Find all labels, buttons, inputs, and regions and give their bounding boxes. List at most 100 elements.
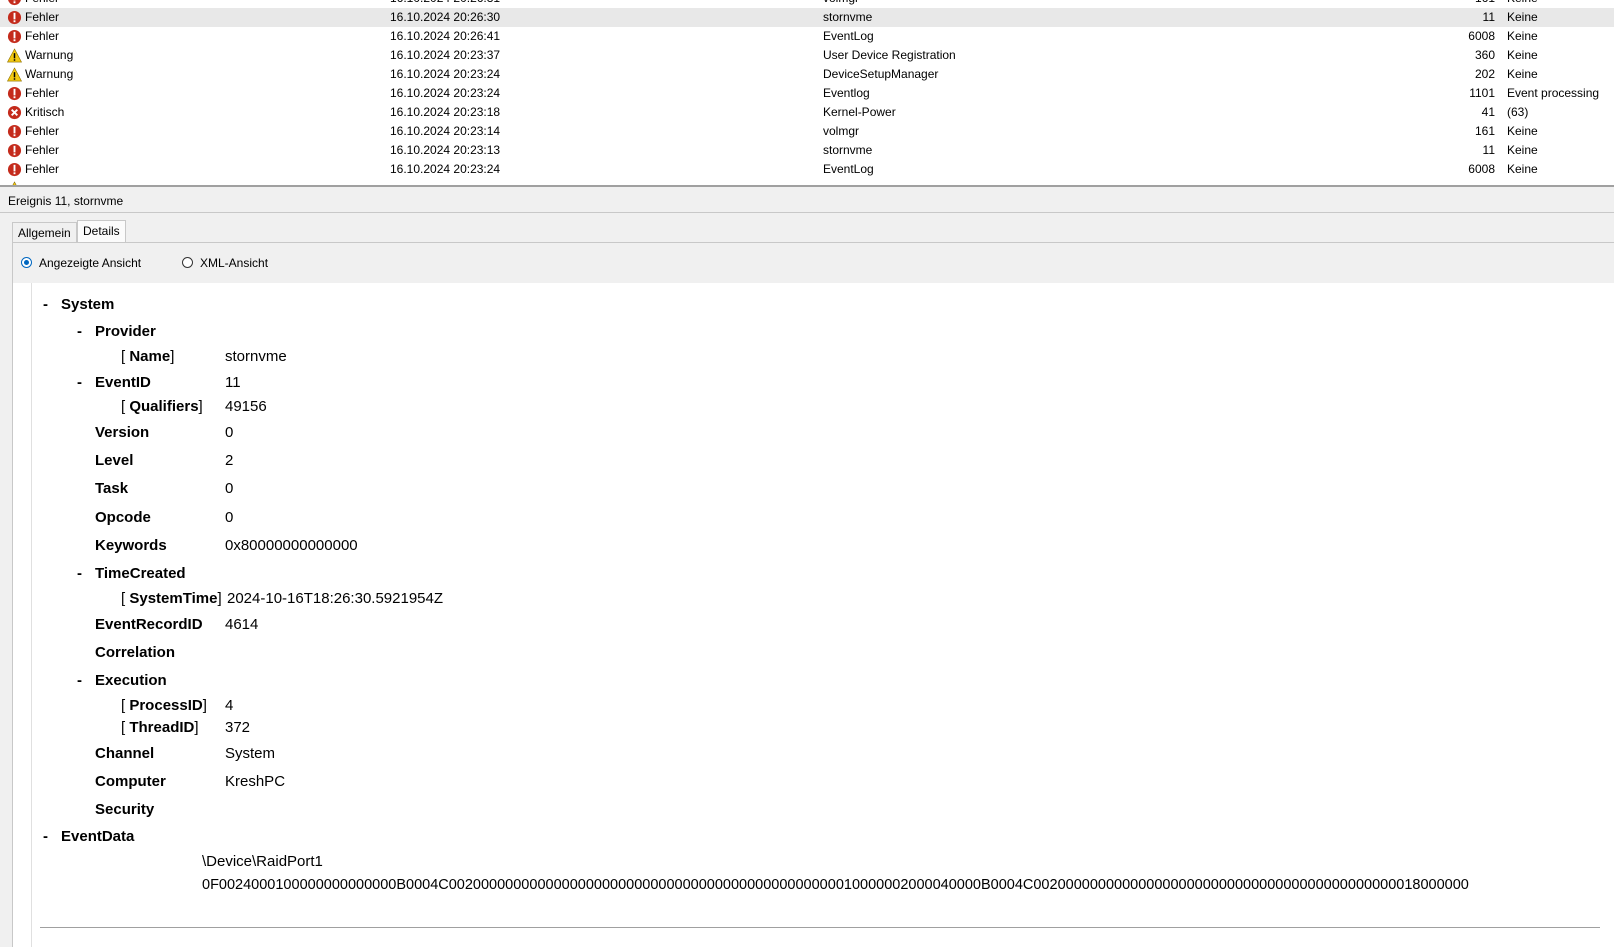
- attr-qualifiers-label: Qualifiers: [129, 398, 198, 415]
- event-id: 1101: [1395, 84, 1495, 103]
- event-level: Warnung: [25, 65, 73, 84]
- event-id: 161: [1395, 122, 1495, 141]
- event-level: Fehler: [25, 84, 59, 103]
- field-correlation-label: Correlation: [95, 643, 175, 663]
- field-level-value: 2: [225, 451, 233, 471]
- event-id: 360: [1395, 46, 1495, 65]
- tree-node-system: System: [61, 295, 114, 315]
- event-id: 202: [1395, 65, 1495, 84]
- table-row[interactable]: Fehler 16.10.2024 20:23:24 EventLog 6008…: [0, 160, 1614, 179]
- table-row[interactable]: Fehler 16.10.2024 20:23:13 stornvme 11 K…: [0, 141, 1614, 160]
- table-row[interactable]: Fehler 16.10.2024 20:23:14 volmgr 161 Ke…: [0, 122, 1614, 141]
- event-source: Kernel-Power: [823, 103, 896, 122]
- event-source: stornvme: [823, 8, 872, 27]
- field-computer-label: Computer: [95, 772, 166, 792]
- tree-node-execution: Execution: [95, 671, 167, 691]
- event-date: 16.10.2024 20:26:41: [390, 27, 500, 46]
- attr-processid-row: [ ProcessID]: [121, 696, 207, 716]
- event-detail-title: Ereignis 11, stornvme: [8, 190, 123, 212]
- error-icon: [7, 29, 22, 44]
- field-keywords-label: Keywords: [95, 536, 167, 556]
- event-source: volmgr: [823, 0, 859, 8]
- event-category: Keine: [1507, 8, 1538, 27]
- event-date: 16.10.2024 20:23:13: [390, 141, 500, 160]
- event-source: volmgr: [823, 122, 859, 141]
- event-category: Keine: [1507, 0, 1538, 8]
- event-date: 16.10.2024 20:23:14: [390, 122, 500, 141]
- event-source: DeviceSetupManager: [823, 65, 938, 84]
- tab-details[interactable]: Details: [77, 220, 126, 243]
- event-level: Fehler: [25, 27, 59, 46]
- field-task-value: 0: [225, 479, 233, 499]
- event-id: 11: [1395, 8, 1495, 27]
- error-icon: [7, 10, 22, 25]
- collapse-toggle[interactable]: -: [77, 322, 87, 342]
- event-source: EventLog: [823, 160, 874, 179]
- event-level: Fehler: [25, 160, 59, 179]
- event-level: Fehler: [25, 0, 59, 8]
- processid-value: 4: [225, 696, 233, 716]
- event-level: Kritisch: [25, 103, 64, 122]
- divider: [40, 927, 1600, 928]
- event-id: 41: [1395, 103, 1495, 122]
- attr-systemtime-row: [ SystemTime]: [121, 589, 222, 609]
- view-options: Angezeigte Ansicht XML-Ansicht: [13, 243, 1614, 283]
- warning-icon: [7, 48, 22, 63]
- event-category: Keine: [1507, 160, 1538, 179]
- field-version-value: 0: [225, 423, 233, 443]
- eventdata-line-2: 0F0024000100000000000000B0004C0020000000…: [202, 875, 1469, 895]
- attr-qualifiers-row: [ Qualifiers]: [121, 397, 203, 417]
- event-source: EventLog: [823, 27, 874, 46]
- event-list[interactable]: Fehler 16.10.2024 20:26:31 volmgr 161 Ke…: [0, 0, 1614, 187]
- table-row[interactable]: Fehler 16.10.2024 20:26:31 volmgr 161 Ke…: [0, 0, 1614, 8]
- radio-unchecked[interactable]: [182, 257, 193, 268]
- table-row[interactable]: Fehler 16.10.2024 20:26:41 EventLog 6008…: [0, 27, 1614, 46]
- tree-node-eventdata: EventData: [61, 827, 134, 847]
- friendly-view-label: Angezeigte Ansicht: [39, 255, 141, 271]
- error-icon: [7, 143, 22, 158]
- tree-node-eventid: EventID: [95, 373, 151, 393]
- field-version-label: Version: [95, 423, 149, 443]
- attr-name-value: stornvme: [225, 347, 287, 367]
- attr-name-row: [ Name]: [121, 347, 174, 367]
- threadid-value: 372: [225, 718, 250, 738]
- table-row[interactable]: Kritisch 16.10.2024 20:23:18 Kernel-Powe…: [0, 103, 1614, 122]
- collapse-toggle[interactable]: -: [77, 373, 87, 393]
- field-channel-label: Channel: [95, 744, 154, 764]
- attr-processid-label: ProcessID: [129, 697, 202, 714]
- event-date: 16.10.2024 20:23:37: [390, 46, 500, 65]
- event-id: 11: [1395, 141, 1495, 160]
- table-row[interactable]: [0, 179, 1614, 187]
- table-row[interactable]: Warnung 16.10.2024 20:23:37 User Device …: [0, 46, 1614, 65]
- event-source: Eventlog: [823, 84, 870, 103]
- tree-node-timecreated: TimeCreated: [95, 564, 186, 584]
- collapse-toggle[interactable]: -: [43, 827, 53, 847]
- collapse-toggle[interactable]: -: [43, 295, 53, 315]
- field-eventrecordid-value: 4614: [225, 615, 258, 635]
- collapse-toggle[interactable]: -: [77, 564, 87, 584]
- collapse-toggle[interactable]: -: [77, 671, 87, 691]
- tab-allgemein[interactable]: Allgemein: [12, 222, 77, 243]
- error-icon: [7, 162, 22, 177]
- radio-checked[interactable]: [21, 257, 32, 268]
- table-row[interactable]: Warnung 16.10.2024 20:23:24 DeviceSetupM…: [0, 65, 1614, 84]
- event-details-tree[interactable]: - System - Provider [ Name] stornvme - E…: [31, 283, 1614, 947]
- details-tab-panel: Angezeigte Ansicht XML-Ansicht - System …: [12, 242, 1614, 947]
- attr-threadid-row: [ ThreadID]: [121, 718, 199, 738]
- table-row[interactable]: Fehler 16.10.2024 20:23:24 Eventlog 1101…: [0, 84, 1614, 103]
- event-detail-header: Ereignis 11, stornvme: [0, 190, 1614, 213]
- field-channel-value: System: [225, 744, 275, 764]
- event-level: Fehler: [25, 122, 59, 141]
- field-opcode-label: Opcode: [95, 508, 151, 528]
- warning-icon: [7, 181, 22, 187]
- event-level: Fehler: [25, 8, 59, 27]
- table-row[interactable]: Fehler 16.10.2024 20:26:30 stornvme 11 K…: [0, 8, 1614, 27]
- event-category: Event processing: [1507, 84, 1599, 103]
- field-security-label: Security: [95, 800, 154, 820]
- field-keywords-value: 0x80000000000000: [225, 536, 358, 556]
- event-level: Warnung: [25, 46, 73, 65]
- field-computer-value: KreshPC: [225, 772, 285, 792]
- event-date: 16.10.2024 20:23:24: [390, 84, 500, 103]
- xml-view-label: XML-Ansicht: [200, 255, 268, 271]
- field-opcode-value: 0: [225, 508, 233, 528]
